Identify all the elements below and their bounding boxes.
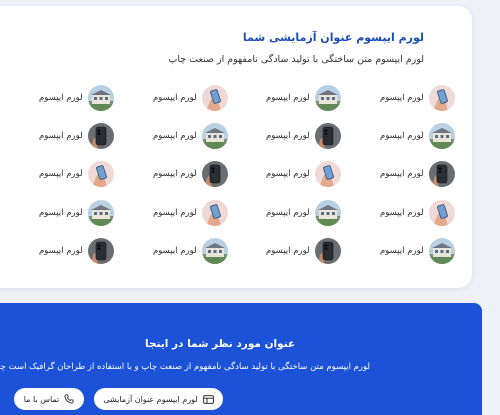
grid-item-label: لورم ایپسوم — [39, 208, 83, 218]
avatar-phone-hand — [201, 200, 228, 226]
grid-item[interactable]: لورم ایپسوم — [153, 84, 228, 112]
grid-item-label: لورم ایپسوم — [380, 169, 424, 179]
grid-item-label: لورم ایپسوم — [153, 131, 197, 141]
cta-banner: عنوان مورد نظر شما در اینجا لورم ایپسوم … — [0, 303, 482, 415]
grid-item[interactable]: لورم ایپسوم — [380, 84, 455, 112]
avatar-building — [201, 123, 228, 149]
items-grid: لورم ایپسوم لورم ایپسوم لورم ایپسوم لورم ای… — [0, 0, 500, 300]
grid-item[interactable]: لورم ایپسوم — [39, 237, 114, 265]
grid-item[interactable]: لورم ایپسوم — [380, 237, 455, 265]
avatar-phone-hand — [87, 161, 114, 187]
banner-text: لورم ایپسوم متن ساختگی با تولید سادگی نا… — [0, 362, 370, 372]
grid-item-label: لورم ایپسوم — [39, 246, 83, 256]
grid-item-label: لورم ایپسوم — [266, 131, 310, 141]
grid-item[interactable]: لورم ایپسوم — [39, 84, 114, 112]
avatar-phone-dark — [87, 123, 114, 149]
avatar-building — [314, 85, 341, 111]
grid-item[interactable]: لورم ایپسوم — [266, 122, 341, 150]
avatar-phone-dark — [87, 238, 114, 264]
grid-item-label: لورم ایپسوم — [39, 169, 83, 179]
banner-title: عنوان مورد نظر شما در اینجا — [145, 338, 296, 350]
avatar-phone-dark — [201, 161, 228, 187]
grid-item-label: لورم ایپسوم — [39, 93, 83, 103]
grid-item[interactable]: لورم ایپسوم — [380, 122, 455, 150]
avatar-phone-hand — [428, 85, 455, 111]
avatar-phone-dark — [314, 123, 341, 149]
grid-item-label: لورم ایپسوم — [380, 93, 424, 103]
avatar-phone-dark — [428, 161, 455, 187]
grid-item-label: لورم ایپسوم — [153, 169, 197, 179]
avatar-building — [201, 238, 228, 264]
grid-item[interactable]: لورم ایپسوم — [153, 199, 228, 227]
grid-item[interactable]: لورم ایپسوم — [266, 199, 341, 227]
avatar-phone-dark — [314, 238, 341, 264]
grid-item-label: لورم ایپسوم — [380, 131, 424, 141]
avatar-phone-hand — [314, 161, 341, 187]
grid-item-label: لورم ایپسوم — [266, 169, 310, 179]
grid-item[interactable]: لورم ایپسوم — [380, 199, 455, 227]
grid-item[interactable]: لورم ایپسوم — [39, 160, 114, 188]
avatar-building — [87, 200, 114, 226]
grid-item[interactable]: لورم ایپسوم — [266, 160, 341, 188]
grid-item-label: لورم ایپسوم — [153, 93, 197, 103]
grid-item[interactable]: لورم ایپسوم — [266, 84, 341, 112]
demo-button[interactable]: لورم ایپسوم عنوان آزمایشی — [94, 388, 223, 410]
grid-item[interactable]: لورم ایپسوم — [266, 237, 341, 265]
grid-item[interactable]: لورم ایپسوم — [153, 122, 228, 150]
grid-item-label: لورم ایپسوم — [380, 246, 424, 256]
avatar-phone-hand — [201, 85, 228, 111]
grid-item-label: لورم ایپسوم — [266, 208, 310, 218]
grid-item-label: لورم ایپسوم — [153, 246, 197, 256]
avatar-building — [87, 85, 114, 111]
grid-item-label: لورم ایپسوم — [39, 131, 83, 141]
contact-button[interactable]: تماس با ما — [14, 388, 84, 410]
avatar-phone-hand — [428, 200, 455, 226]
layout-icon — [202, 394, 214, 404]
avatar-building — [314, 200, 341, 226]
avatar-building — [428, 238, 455, 264]
grid-item[interactable]: لورم ایپسوم — [380, 160, 455, 188]
grid-item[interactable]: لورم ایپسوم — [39, 122, 114, 150]
grid-item[interactable]: لورم ایپسوم — [153, 160, 228, 188]
avatar-building — [428, 123, 455, 149]
grid-item-label: لورم ایپسوم — [153, 208, 197, 218]
demo-button-label: لورم ایپسوم عنوان آزمایشی — [103, 394, 198, 404]
grid-item-label: لورم ایپسوم — [266, 246, 310, 256]
page: لورم ایپسوم عنوان آزمایشی شما لورم ایپسو… — [0, 0, 500, 415]
grid-item[interactable]: لورم ایپسوم — [39, 199, 114, 227]
grid-item-label: لورم ایپسوم — [266, 93, 310, 103]
phone-icon — [64, 394, 74, 404]
contact-button-label: تماس با ما — [23, 394, 60, 404]
grid-item[interactable]: لورم ایپسوم — [153, 237, 228, 265]
grid-item-label: لورم ایپسوم — [380, 208, 424, 218]
